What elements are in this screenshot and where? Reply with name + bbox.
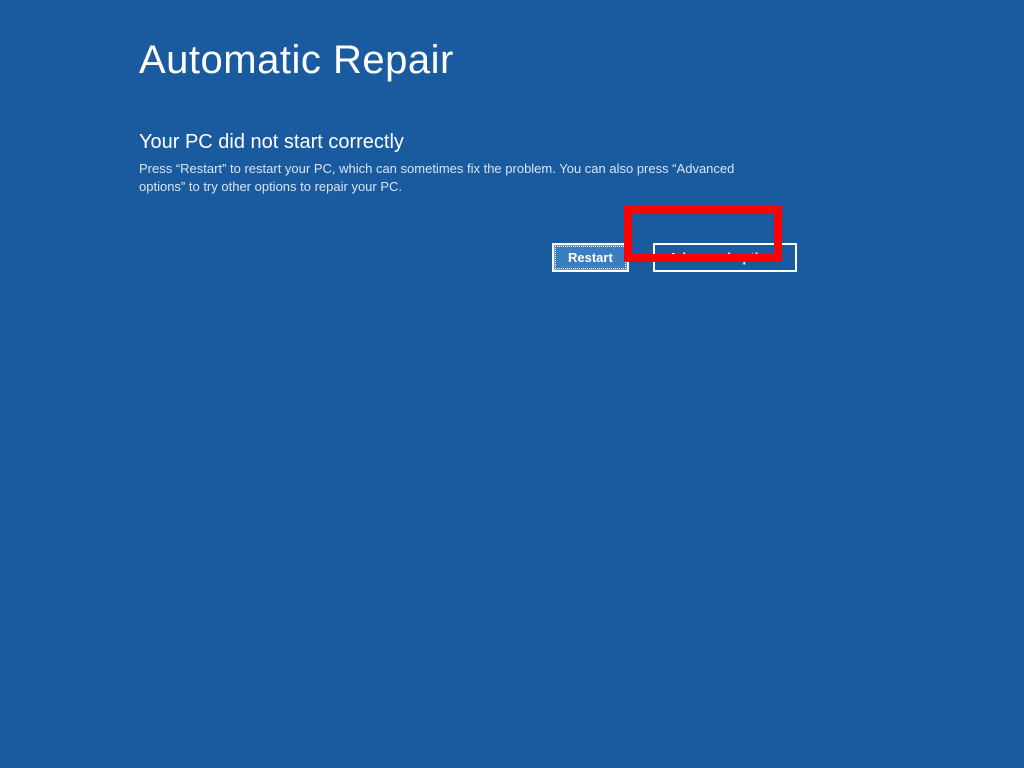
advanced-options-button[interactable]: Advanced options xyxy=(653,243,798,272)
page-title: Automatic Repair xyxy=(139,38,1024,83)
restart-button[interactable]: Restart xyxy=(552,243,629,272)
button-row: Restart Advanced options xyxy=(552,243,1024,272)
page-subtitle: Your PC did not start correctly xyxy=(139,131,1024,154)
recovery-screen: Automatic Repair Your PC did not start c… xyxy=(0,0,1024,272)
page-description: Press “Restart” to restart your PC, whic… xyxy=(139,160,779,195)
